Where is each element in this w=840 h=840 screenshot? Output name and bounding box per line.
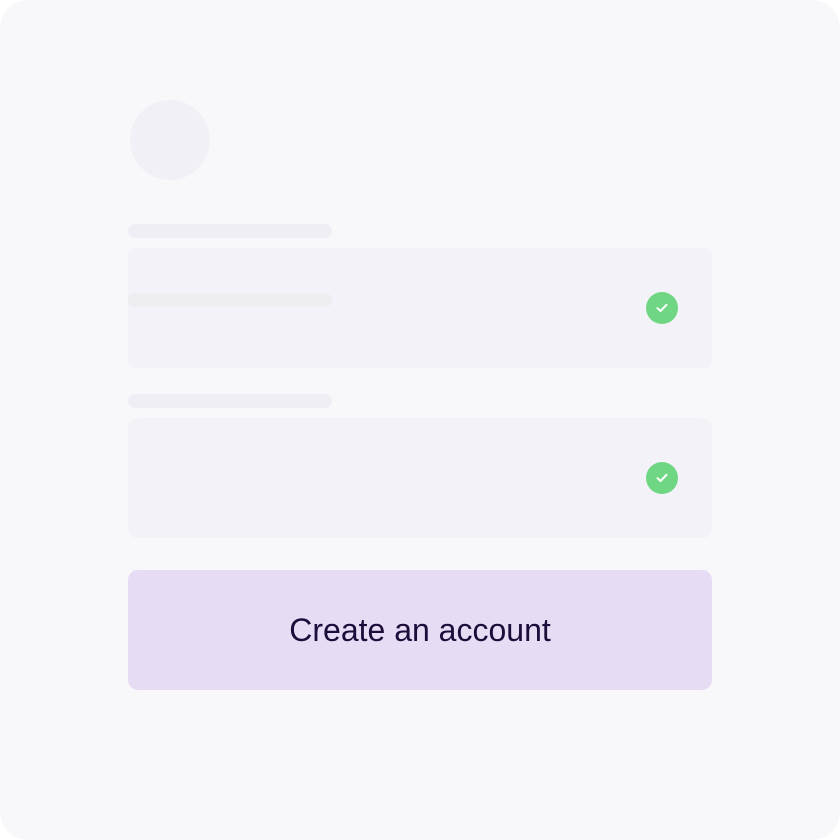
field-label-placeholder (128, 394, 332, 408)
signup-card: Create an account (0, 0, 840, 840)
field-value-placeholder (128, 293, 332, 307)
check-circle-icon (646, 292, 678, 324)
check-circle-icon (646, 462, 678, 494)
create-account-button[interactable]: Create an account (128, 570, 712, 690)
input-field-2[interactable] (128, 418, 712, 538)
field-label-placeholder (128, 224, 332, 238)
input-field-1[interactable] (128, 248, 712, 368)
avatar-placeholder (130, 100, 210, 180)
